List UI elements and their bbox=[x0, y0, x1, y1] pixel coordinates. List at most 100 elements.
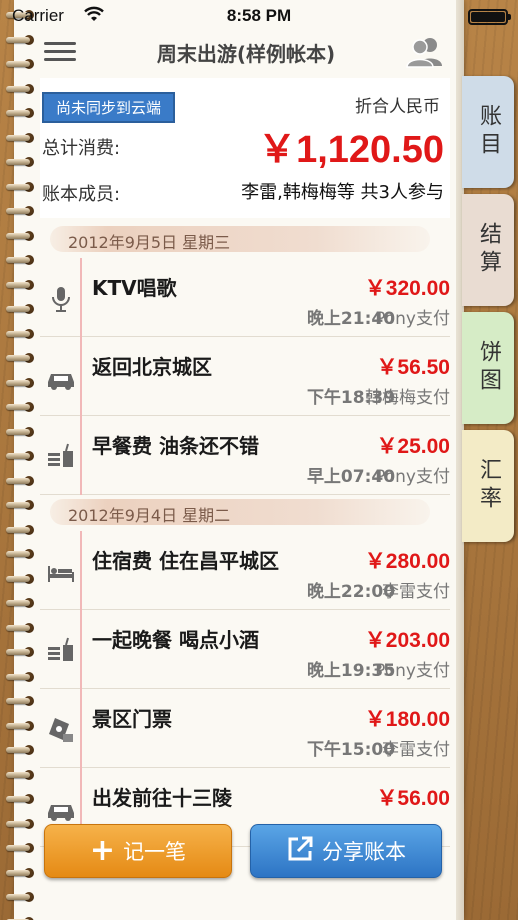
expense-row[interactable]: 一起晚餐 喝点小酒晚上19:35 ￥203.00 Pony支付 bbox=[40, 610, 450, 689]
expense-row[interactable]: 住宿费 住在昌平城区晚上22:00 ￥280.00 李雷支付 bbox=[40, 531, 450, 610]
battery-icon bbox=[468, 9, 511, 25]
date-label: 2012年9月5日 星期三 bbox=[68, 233, 231, 252]
expense-amount: ￥320.00 bbox=[364, 277, 450, 300]
spiral-ring bbox=[6, 426, 34, 437]
expense-row[interactable]: KTV唱歌晚上21:40 ￥320.00 Pony支付 bbox=[40, 258, 450, 337]
share-ledger-label: 分享账本 bbox=[322, 840, 406, 864]
spiral-ring bbox=[6, 647, 34, 657]
expense-time: 下午18:39 bbox=[306, 388, 396, 408]
car-icon bbox=[40, 337, 82, 416]
clock: 8:58 PM bbox=[226, 6, 292, 25]
expense-time: 晚上22:00 bbox=[306, 582, 396, 602]
spiral-ring bbox=[6, 83, 34, 94]
add-expense-label: 记一笔 bbox=[123, 840, 187, 864]
date-header: 2012年9月4日 星期二 bbox=[40, 495, 450, 531]
currency-note: 折合人民币 bbox=[355, 97, 440, 117]
expense-amount: ￥180.00 bbox=[364, 708, 450, 731]
nav-header: 周末出游(样例帐本) bbox=[40, 32, 452, 76]
add-expense-button[interactable]: + 记一笔 bbox=[44, 824, 232, 878]
spiral-ring bbox=[6, 500, 34, 510]
expense-name: 住宿费 住在昌平城区 bbox=[92, 549, 279, 573]
expense-payer: Pony支付 bbox=[375, 309, 450, 329]
members-label: 账本成员: bbox=[42, 184, 121, 205]
expense-time: 晚上19:35 bbox=[306, 661, 396, 681]
date-label: 2012年9月4日 星期二 bbox=[68, 506, 231, 525]
expense-amount: ￥56.00 bbox=[376, 787, 450, 810]
spiral-ring bbox=[6, 475, 34, 486]
microphone-icon bbox=[40, 258, 82, 337]
expense-time: 下午15:00 bbox=[306, 740, 396, 760]
expense-row[interactable]: 返回北京城区 下午18:39 ￥56.50 韩梅梅支付 bbox=[40, 337, 450, 416]
spiral-ring bbox=[6, 671, 34, 682]
spiral-ring bbox=[6, 451, 34, 461]
spiral-ring bbox=[6, 279, 34, 290]
spiral-ring bbox=[6, 769, 34, 780]
members-value[interactable]: 李雷,韩梅梅等 共3人参与 bbox=[241, 178, 444, 204]
spiral-ring bbox=[6, 598, 34, 608]
meal-icon bbox=[40, 610, 82, 689]
expense-name: 景区门票 bbox=[92, 707, 172, 731]
spiral-ring bbox=[6, 524, 34, 535]
expense-time: 晚上21:40 bbox=[306, 309, 396, 329]
spiral-ring bbox=[6, 181, 34, 192]
status-bar: Carrier 8:58 PM bbox=[0, 0, 518, 32]
spiral-ring bbox=[6, 402, 34, 412]
spiral-ring bbox=[6, 230, 34, 241]
expense-payer: 李雷支付 bbox=[382, 740, 450, 760]
spiral-ring bbox=[6, 745, 34, 755]
bed-icon bbox=[40, 531, 82, 610]
members-icon[interactable] bbox=[406, 34, 444, 68]
spiral-ring bbox=[6, 794, 34, 804]
expense-name: 早餐费 油条还不错 bbox=[92, 434, 259, 458]
tab-ledger[interactable]: 账目 bbox=[462, 76, 514, 188]
spiral-ring bbox=[6, 573, 34, 584]
spiral-ring bbox=[6, 34, 34, 45]
expense-amount: ￥56.50 bbox=[376, 356, 450, 379]
spiral-ring bbox=[6, 108, 34, 118]
expense-row[interactable]: 早餐费 油条还不错早上07:40 ￥25.00 Pony支付 bbox=[40, 416, 450, 495]
expense-name: 返回北京城区 bbox=[92, 355, 212, 379]
total-value: ￥1,120.50 bbox=[258, 129, 444, 171]
share-icon bbox=[286, 835, 314, 868]
expense-name: KTV唱歌 bbox=[92, 276, 177, 300]
total-label: 总计消费: bbox=[42, 138, 121, 159]
spiral-ring bbox=[6, 255, 34, 265]
spiral-ring bbox=[6, 549, 34, 559]
bottom-bar: + 记一笔 分享账本 bbox=[40, 816, 452, 886]
expense-time: 早上07:40 bbox=[306, 467, 396, 487]
expense-name: 一起晚餐 喝点小酒 bbox=[92, 628, 259, 652]
expense-row[interactable]: 景区门票下午15:00 ￥180.00 李雷支付 bbox=[40, 689, 450, 768]
expense-payer: Pony支付 bbox=[375, 467, 450, 487]
share-ledger-button[interactable]: 分享账本 bbox=[250, 824, 442, 878]
spiral-ring bbox=[6, 818, 34, 829]
spiral-ring bbox=[6, 132, 34, 143]
spiral-ring bbox=[6, 206, 34, 216]
expense-amount: ￥203.00 bbox=[364, 629, 450, 652]
expense-name: 出发前往十三陵 bbox=[92, 786, 232, 810]
tab-settle[interactable]: 结算 bbox=[462, 194, 514, 306]
date-header: 2012年9月5日 星期三 bbox=[40, 222, 450, 258]
page-title: 周末出游(样例帐本) bbox=[156, 42, 336, 66]
sync-status-badge[interactable]: 尚未同步到云端 bbox=[42, 92, 176, 123]
spiral-ring bbox=[6, 353, 34, 363]
spiral-ring bbox=[6, 377, 34, 388]
plus-icon: + bbox=[89, 833, 116, 868]
spiral-ring bbox=[6, 892, 34, 902]
expense-amount: ￥25.00 bbox=[376, 435, 450, 458]
spiral-ring bbox=[6, 59, 34, 69]
spiral-ring bbox=[6, 304, 34, 314]
spiral-ring bbox=[6, 916, 34, 920]
spiral-ring bbox=[6, 720, 34, 731]
spiral-ring bbox=[6, 328, 34, 339]
expense-list: 2012年9月5日 星期三 KTV唱歌 晚上21:40 ￥320.00 Pony支付 返回… bbox=[40, 222, 450, 847]
spiral-ring bbox=[6, 867, 34, 878]
expense-payer: Pony支付 bbox=[375, 661, 450, 681]
expense-payer: 李雷支付 bbox=[382, 582, 450, 602]
expense-amount: ￥280.00 bbox=[364, 550, 450, 573]
ledger-summary: 尚未同步到云端 折合人民币 总计消费: ￥1,120.50 账本成员: 李雷,韩… bbox=[40, 78, 450, 218]
spiral-ring bbox=[6, 843, 34, 853]
ticket-icon bbox=[40, 689, 82, 768]
spiral-ring bbox=[6, 157, 34, 167]
spiral-binding bbox=[0, 0, 40, 920]
spiral-ring bbox=[6, 696, 34, 706]
